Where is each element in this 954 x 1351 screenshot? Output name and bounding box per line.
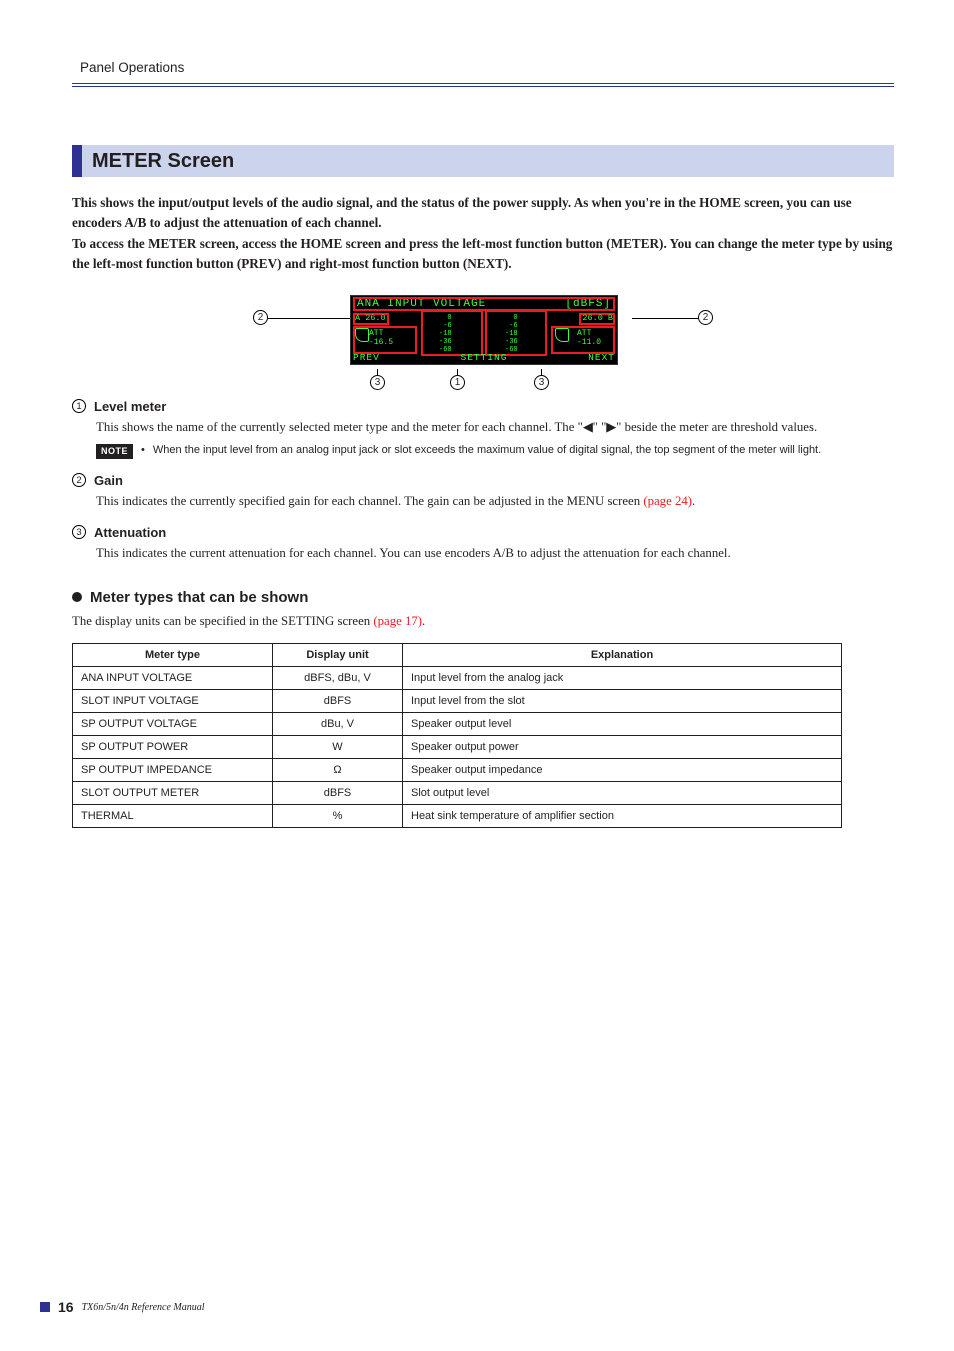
softkey-setting: SETTING [461, 352, 508, 363]
page-footer: 16 TX6n/5n/4n Reference Manual [40, 1299, 205, 1315]
cell-explanation: Speaker output power [403, 735, 842, 758]
cell-display-unit: dBu, V [273, 712, 403, 735]
cell-meter-type: SLOT INPUT VOLTAGE [73, 689, 273, 712]
note-row: NOTE • When the input level from an anal… [72, 443, 894, 459]
cell-display-unit: dBFS [273, 689, 403, 712]
item-number: 3 [72, 525, 86, 539]
item-gain: 2 Gain This indicates the currently spec… [72, 473, 894, 511]
table-row: SP OUTPUT VOLTAGEdBu, VSpeaker output le… [73, 712, 842, 735]
highlight-box [421, 310, 483, 356]
table-row: SLOT OUTPUT METERdBFSSlot output level [73, 781, 842, 804]
highlight-box [353, 297, 615, 311]
note-badge: NOTE [96, 444, 133, 459]
col-display-unit: Display unit [273, 643, 403, 666]
gain-b: 26.0 B [582, 314, 613, 323]
section-title-bar: METER Screen [72, 145, 894, 177]
meter-scale-a: 0 -6 -18 -36 -60 [439, 314, 452, 354]
page-link[interactable]: (page 17) [373, 614, 422, 628]
callout-line [632, 318, 698, 319]
note-text: When the input level from an analog inpu… [153, 443, 821, 458]
knob-icon [355, 328, 369, 342]
item-body: This shows the name of the currently sel… [72, 418, 894, 437]
table-row: SP OUTPUT POWERWSpeaker output power [73, 735, 842, 758]
callout-2-right: 2 [698, 310, 713, 325]
callout-3-left: 3 [370, 375, 385, 390]
table-row: SP OUTPUT IMPEDANCEΩSpeaker output imped… [73, 758, 842, 781]
cell-meter-type: SP OUTPUT IMPEDANCE [73, 758, 273, 781]
cell-display-unit: W [273, 735, 403, 758]
header-rule [72, 83, 894, 87]
table-row: THERMAL%Heat sink temperature of amplifi… [73, 804, 842, 827]
callout-2-left: 2 [253, 310, 268, 325]
item-number: 2 [72, 473, 86, 487]
figure-wrap: 2 2 ANA INPUT VOLTAGE [dBFS] A 26.0 26.0… [72, 295, 894, 365]
cell-explanation: Input level from the slot [403, 689, 842, 712]
item-title: Gain [94, 473, 123, 488]
softkeys: PREV SETTING NEXT [353, 352, 615, 363]
callout-3-right: 3 [534, 375, 549, 390]
cell-meter-type: SP OUTPUT VOLTAGE [73, 712, 273, 735]
note-bullet: • [141, 443, 145, 458]
cell-display-unit: dBFS, dBu, V [273, 666, 403, 689]
cell-meter-type: SP OUTPUT POWER [73, 735, 273, 758]
item-attenuation: 3 Attenuation This indicates the current… [72, 525, 894, 563]
page-link[interactable]: (page 24) [643, 494, 692, 508]
section-title: METER Screen [82, 145, 234, 177]
cell-explanation: Speaker output level [403, 712, 842, 735]
subsection-head: Meter types that can be shown [72, 589, 894, 606]
cell-meter-type: ANA INPUT VOLTAGE [73, 666, 273, 689]
callout-line [268, 318, 352, 319]
table-row: SLOT INPUT VOLTAGEdBFSInput level from t… [73, 689, 842, 712]
item-body: This indicates the currently specified g… [72, 492, 894, 511]
item-title: Level meter [94, 399, 166, 414]
cell-explanation: Speaker output impedance [403, 758, 842, 781]
cell-explanation: Input level from the analog jack [403, 666, 842, 689]
cell-display-unit: dBFS [273, 781, 403, 804]
cell-explanation: Slot output level [403, 781, 842, 804]
bullet-icon [72, 592, 82, 602]
cell-display-unit: Ω [273, 758, 403, 781]
softkey-prev: PREV [353, 352, 380, 363]
cell-meter-type: SLOT OUTPUT METER [73, 781, 273, 804]
cell-meter-type: THERMAL [73, 804, 273, 827]
item-body: This indicates the current attenuation f… [72, 544, 894, 563]
cell-display-unit: % [273, 804, 403, 827]
meter-screen: ANA INPUT VOLTAGE [dBFS] A 26.0 26.0 B A… [350, 295, 618, 365]
item-title: Attenuation [94, 525, 166, 540]
intro-paragraph: This shows the input/output levels of th… [72, 193, 894, 275]
item-level-meter: 1 Level meter This shows the name of the… [72, 399, 894, 459]
cell-explanation: Heat sink temperature of amplifier secti… [403, 804, 842, 827]
title-accent [72, 145, 82, 177]
table-header-row: Meter type Display unit Explanation [73, 643, 842, 666]
col-explanation: Explanation [403, 643, 842, 666]
softkey-next: NEXT [588, 352, 615, 363]
att-a: ATT-16.5 [369, 329, 393, 347]
meter-types-table: Meter type Display unit Explanation ANA … [72, 643, 842, 828]
knob-icon [555, 328, 569, 342]
meter-scale-b: 0 -6 -18 -36 -60 [505, 314, 518, 354]
footer-square-icon [40, 1302, 50, 1312]
table-row: ANA INPUT VOLTAGEdBFS, dBu, VInput level… [73, 666, 842, 689]
gain-a: A 26.0 [355, 314, 386, 323]
callout-1: 1 [450, 375, 465, 390]
subsection-intro: The display units can be specified in th… [72, 614, 894, 629]
running-head: Panel Operations [72, 60, 894, 75]
doc-title: TX6n/5n/4n Reference Manual [82, 1302, 205, 1313]
col-meter-type: Meter type [73, 643, 273, 666]
figure: 2 2 ANA INPUT VOLTAGE [dBFS] A 26.0 26.0… [268, 295, 698, 365]
item-number: 1 [72, 399, 86, 413]
att-b: ATT-11.0 [577, 329, 601, 347]
subsection-title: Meter types that can be shown [90, 589, 308, 606]
page-number: 16 [58, 1299, 74, 1315]
